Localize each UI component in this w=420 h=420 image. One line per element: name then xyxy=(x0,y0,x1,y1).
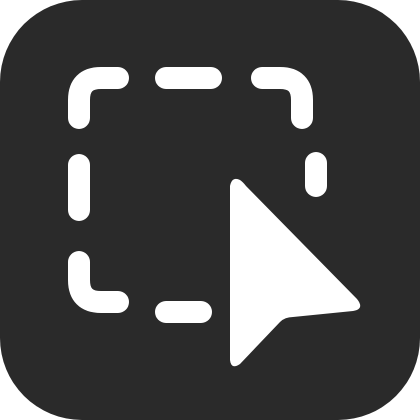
app-icon xyxy=(0,0,420,420)
app-icon-svg xyxy=(0,0,420,420)
icon-tile-background xyxy=(0,0,420,420)
